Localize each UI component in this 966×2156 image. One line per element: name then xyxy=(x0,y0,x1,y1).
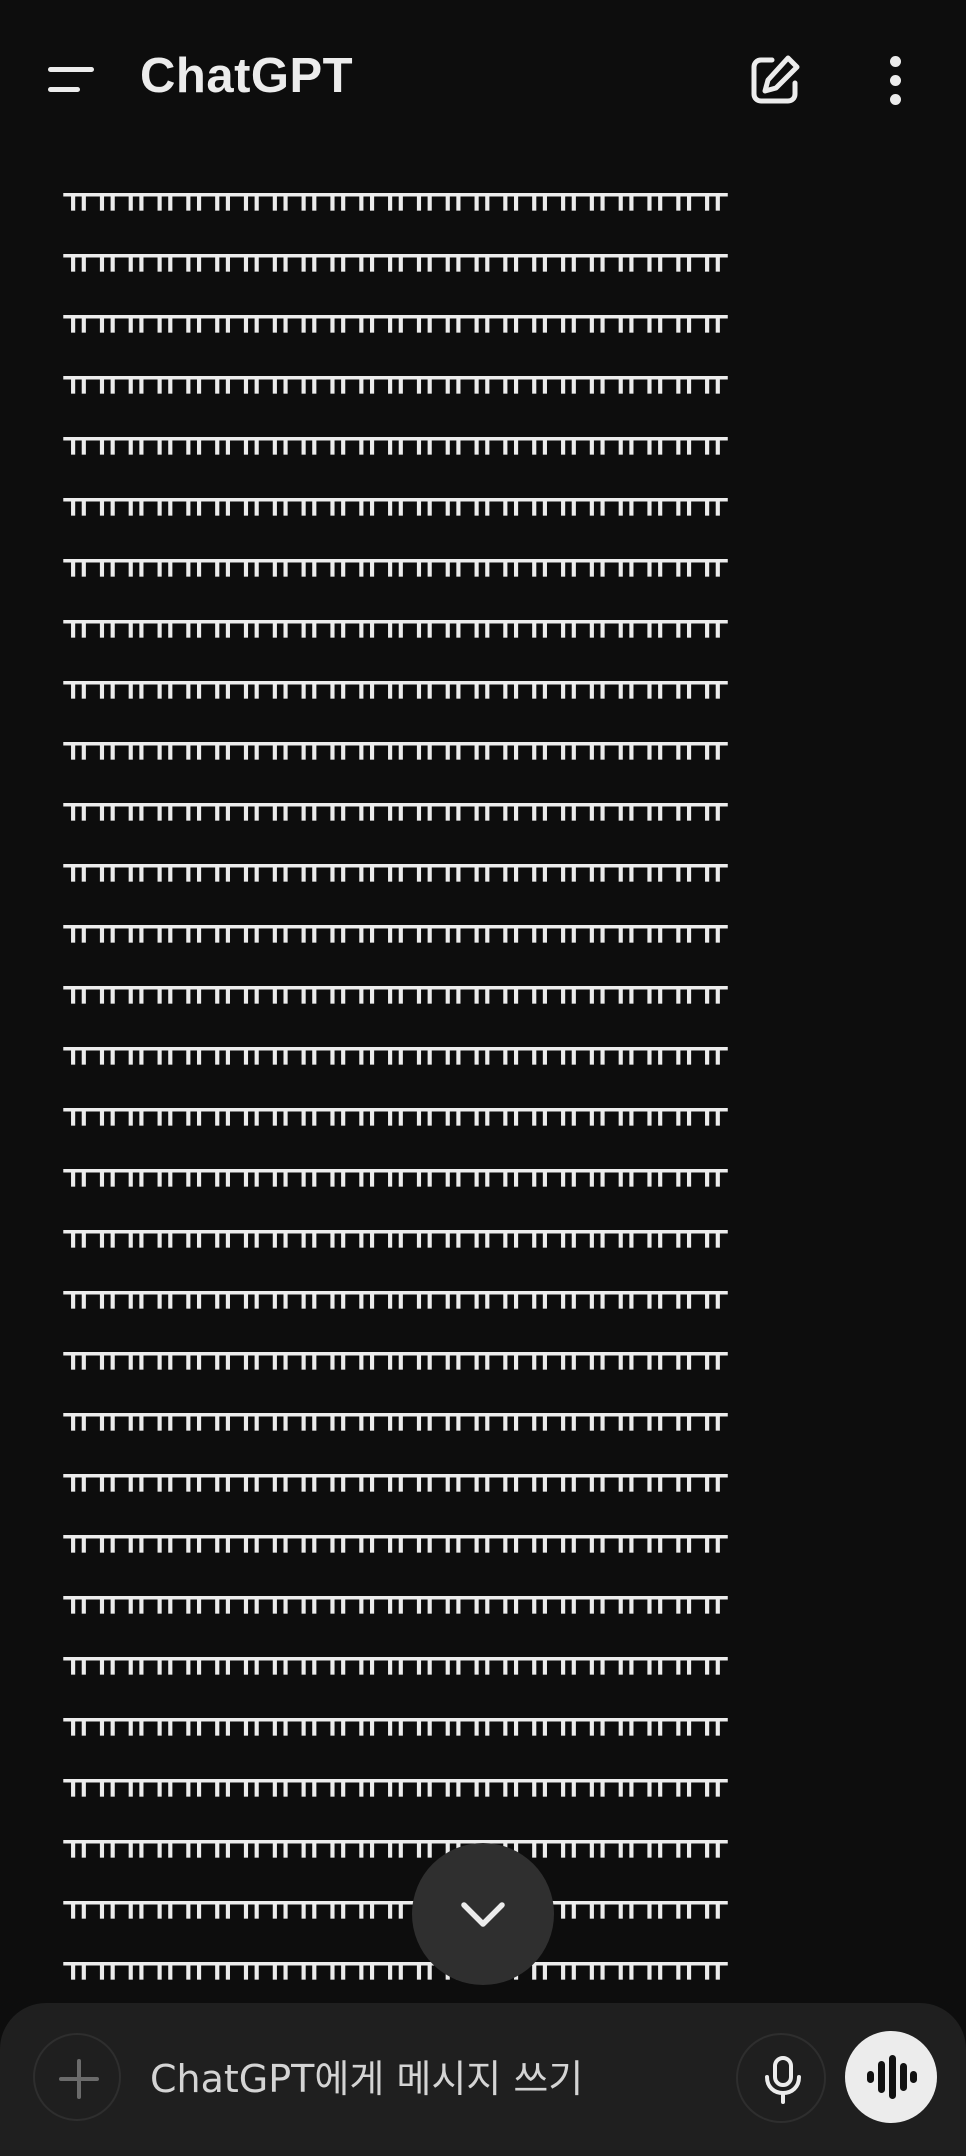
plus-icon xyxy=(59,2059,99,2099)
microphone-icon xyxy=(765,2056,801,2104)
message-composer xyxy=(0,2003,966,2156)
app-title: ChatGPT xyxy=(140,49,354,103)
new-chat-button[interactable] xyxy=(745,50,805,110)
chevron-down-icon xyxy=(461,1902,505,1927)
chat-app: ChatGPT ㅠㅠㅠㅠㅠㅠㅠㅠㅠㅠㅠㅠㅠㅠㅠㅠㅠㅠㅠㅠㅠㅠㅠ ㅠㅠㅠㅠㅠㅠㅠㅠ… xyxy=(0,0,966,2156)
scroll-to-bottom-button[interactable] xyxy=(412,1843,554,1985)
message-input[interactable] xyxy=(150,2051,710,2107)
voice-mode-button[interactable] xyxy=(845,2031,937,2123)
menu-button[interactable] xyxy=(36,52,106,108)
more-options-button[interactable] xyxy=(875,52,915,108)
dictation-button[interactable] xyxy=(736,2033,826,2123)
edit-square-icon xyxy=(751,55,800,104)
assistant-message: ㅠㅠㅠㅠㅠㅠㅠㅠㅠㅠㅠㅠㅠㅠㅠㅠㅠㅠㅠㅠㅠㅠㅠ ㅠㅠㅠㅠㅠㅠㅠㅠㅠㅠㅠㅠㅠㅠㅠㅠ… xyxy=(62,180,729,1990)
attach-button[interactable] xyxy=(33,2033,121,2121)
top-app-bar: ChatGPT xyxy=(0,0,966,160)
voice-waveform-icon xyxy=(867,2055,917,2099)
conversation-area[interactable]: ㅠㅠㅠㅠㅠㅠㅠㅠㅠㅠㅠㅠㅠㅠㅠㅠㅠㅠㅠㅠㅠㅠㅠ ㅠㅠㅠㅠㅠㅠㅠㅠㅠㅠㅠㅠㅠㅠㅠㅠ… xyxy=(0,160,966,2000)
